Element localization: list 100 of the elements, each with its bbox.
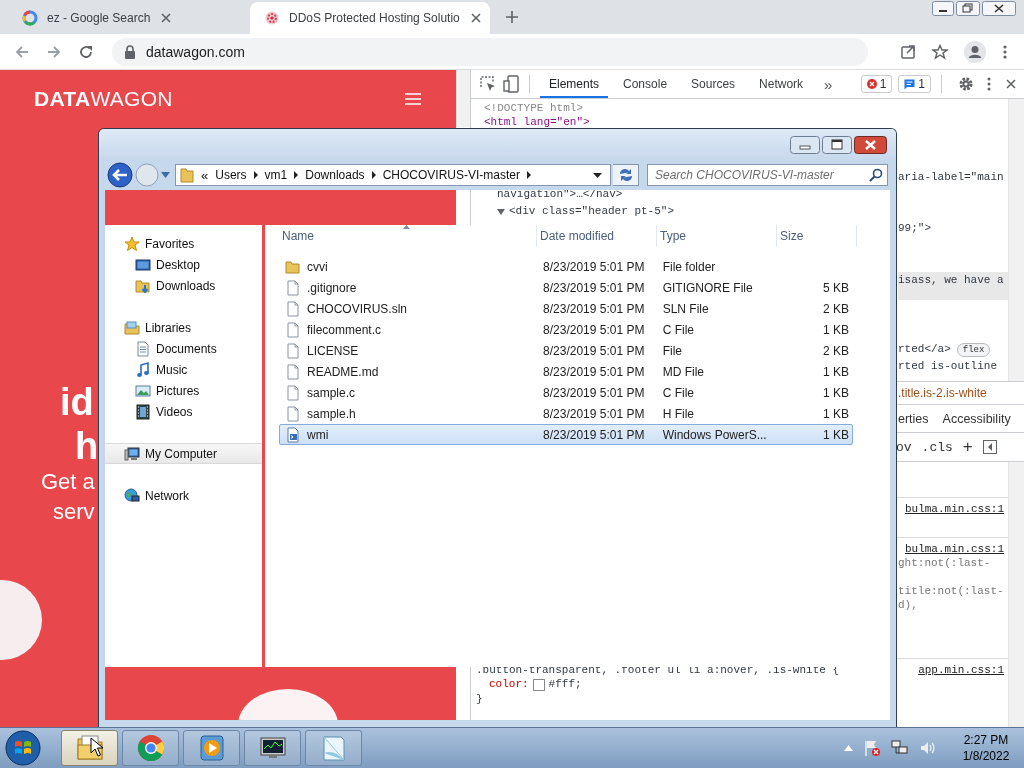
error-count-badge[interactable]: 1 bbox=[860, 75, 893, 93]
forward-arrow-icon[interactable] bbox=[46, 43, 62, 60]
share-icon[interactable] bbox=[900, 43, 916, 60]
devtools-tab[interactable]: Console bbox=[614, 70, 677, 98]
column-header[interactable]: Name bbox=[279, 225, 537, 247]
start-orb-icon[interactable] bbox=[5, 730, 41, 766]
browser-tab[interactable]: DDoS Protected Hosting Solutio bbox=[250, 2, 490, 34]
devtools-tab[interactable]: Network bbox=[750, 70, 813, 98]
pane-tab[interactable]: Accessibility bbox=[942, 411, 1011, 426]
minimize-icon[interactable] bbox=[932, 1, 954, 16]
nav-item[interactable]: Favorites bbox=[105, 233, 262, 254]
code-line[interactable]: <!DOCTYPE html> bbox=[484, 101, 584, 116]
code-line[interactable]: rted</a> bbox=[898, 341, 951, 358]
address-bar[interactable]: datawagon.com bbox=[112, 37, 868, 66]
nav-item[interactable]: Desktop bbox=[105, 254, 262, 275]
sidebar-toggle-icon[interactable] bbox=[982, 440, 997, 454]
close-icon[interactable] bbox=[159, 11, 174, 25]
nav-item[interactable]: Pictures bbox=[105, 380, 262, 401]
settings-icon[interactable] bbox=[958, 76, 974, 92]
file-row[interactable]: README.md 8/23/2019 5:01 PM MD File 1 KB bbox=[279, 361, 853, 382]
toolbar-button[interactable]: .cls bbox=[921, 439, 953, 455]
color-swatch[interactable] bbox=[532, 678, 545, 691]
clock-time[interactable]: 2:27 PM bbox=[956, 732, 1016, 748]
code-line[interactable]: navigation">…</nav> bbox=[497, 186, 623, 203]
triangle-right-icon[interactable] bbox=[253, 171, 258, 179]
close-icon[interactable] bbox=[982, 1, 1016, 16]
close-icon[interactable] bbox=[854, 135, 887, 154]
sort-caret-icon[interactable] bbox=[403, 225, 410, 229]
code-line[interactable]: aria-label="main bbox=[898, 169, 1004, 186]
taskbar-button[interactable] bbox=[61, 730, 118, 766]
breadcrumb-item[interactable]: Users bbox=[215, 168, 247, 182]
source-link[interactable]: bulma.min.css:1 bbox=[904, 502, 1004, 516]
star-icon[interactable] bbox=[932, 43, 948, 60]
scrollbar[interactable] bbox=[1008, 99, 1024, 381]
nav-item[interactable]: Music bbox=[105, 359, 262, 380]
triangle-right-icon[interactable] bbox=[526, 171, 531, 179]
breadcrumb-item[interactable]: vm1 bbox=[264, 168, 288, 182]
file-row[interactable]: LICENSE 8/23/2019 5:01 PM File 2 KB bbox=[279, 340, 853, 361]
column-header[interactable]: Date modified bbox=[537, 225, 657, 247]
nav-item[interactable]: My Computer bbox=[105, 443, 262, 464]
nav-item[interactable]: Libraries bbox=[105, 317, 262, 338]
code-line[interactable]: 99;"> bbox=[898, 220, 931, 237]
dropdown-arrow-icon[interactable] bbox=[593, 172, 602, 178]
clock-date[interactable]: 1/8/2022 bbox=[956, 748, 1016, 764]
flex-badge[interactable]: flex bbox=[956, 342, 991, 357]
triangle-right-icon[interactable] bbox=[371, 171, 376, 179]
maximize-icon[interactable] bbox=[822, 135, 852, 154]
pane-tab[interactable]: erties bbox=[898, 411, 929, 426]
source-link[interactable]: bulma.min.css:1 bbox=[904, 542, 1004, 556]
close-icon[interactable] bbox=[1004, 77, 1018, 91]
scrollbar[interactable] bbox=[456, 70, 470, 127]
new-tab-icon[interactable] bbox=[504, 9, 520, 25]
hamburger-menu-icon[interactable] bbox=[405, 93, 421, 105]
triangle-right-icon[interactable] bbox=[294, 171, 299, 179]
message-count-badge[interactable]: 1 bbox=[898, 75, 931, 93]
nav-item[interactable]: Videos bbox=[105, 401, 262, 422]
network-icon[interactable] bbox=[891, 739, 909, 757]
breadcrumb-item[interactable]: .title.is-2.is-white bbox=[898, 382, 987, 404]
reload-icon[interactable] bbox=[78, 43, 94, 60]
address-bar[interactable]: « Users vm1 Downloads CHOCOVIRUS-VI-master bbox=[175, 164, 611, 186]
nav-item[interactable]: Documents bbox=[105, 338, 262, 359]
devtools-tab[interactable]: Sources bbox=[682, 70, 745, 98]
file-row[interactable]: CHOCOVIRUS.sln 8/23/2019 5:01 PM SLN File 2 KB bbox=[279, 298, 853, 319]
more-options-icon[interactable] bbox=[986, 76, 992, 92]
toolbar-button[interactable]: ov bbox=[896, 439, 912, 455]
column-header[interactable]: Type bbox=[657, 225, 777, 247]
source-link[interactable]: app.min.css:1 bbox=[918, 663, 1004, 677]
expanded-triangle-icon[interactable] bbox=[497, 207, 505, 216]
nav-item[interactable]: Downloads bbox=[105, 275, 262, 296]
scrollbar[interactable] bbox=[1008, 462, 1024, 727]
file-row[interactable]: .gitignore 8/23/2019 5:01 PM GITIGNORE File 5 KB bbox=[279, 277, 853, 298]
file-row[interactable]: filecomment.c 8/23/2019 5:01 PM C File 1 KB bbox=[279, 319, 853, 340]
code-line[interactable]: rted is-outline bbox=[898, 358, 998, 375]
devtools-tab[interactable]: Elements bbox=[540, 70, 609, 98]
nav-item[interactable]: Network bbox=[105, 485, 262, 506]
file-name: LICENSE bbox=[307, 343, 359, 358]
breadcrumb-item[interactable]: Downloads bbox=[305, 168, 365, 182]
file-row[interactable]: cvvi 8/23/2019 5:01 PM File folder bbox=[279, 256, 853, 277]
device-icon[interactable] bbox=[503, 75, 519, 93]
close-icon[interactable] bbox=[468, 11, 483, 25]
overflow-chevron[interactable]: « bbox=[201, 167, 209, 183]
browser-tab[interactable]: ez - Google Search bbox=[8, 2, 248, 34]
code-line[interactable]: <div class="header pt-5"> bbox=[509, 203, 675, 220]
site-logo[interactable]: DATAWAGON bbox=[34, 87, 173, 111]
restore-icon[interactable] bbox=[956, 1, 980, 16]
file-row[interactable]: wmi 8/23/2019 5:01 PM Windows PowerS... 1 KB bbox=[279, 424, 853, 445]
toolbar-button[interactable]: + bbox=[962, 437, 973, 457]
search-field[interactable]: Search CHOCOVIRUS-VI-master bbox=[647, 164, 888, 186]
file-row[interactable]: sample.c 8/23/2019 5:01 PM C File 1 KB bbox=[279, 382, 853, 403]
file-row[interactable]: sample.h 8/23/2019 5:01 PM H File 1 KB bbox=[279, 403, 853, 424]
refresh-button[interactable] bbox=[613, 164, 639, 186]
menu-icon[interactable] bbox=[1002, 43, 1008, 60]
taskbar-button[interactable] bbox=[244, 730, 301, 766]
code-line[interactable]: <html lang="en"> bbox=[484, 116, 590, 129]
inspect-icon[interactable] bbox=[479, 75, 497, 93]
column-header[interactable]: Size bbox=[777, 225, 857, 247]
flag-icon[interactable] bbox=[863, 739, 881, 757]
breadcrumb-item[interactable]: CHOCOVIRUS-VI-master bbox=[382, 168, 520, 182]
profile-icon[interactable] bbox=[964, 40, 986, 63]
more-tabs-button[interactable]: » bbox=[818, 75, 839, 93]
